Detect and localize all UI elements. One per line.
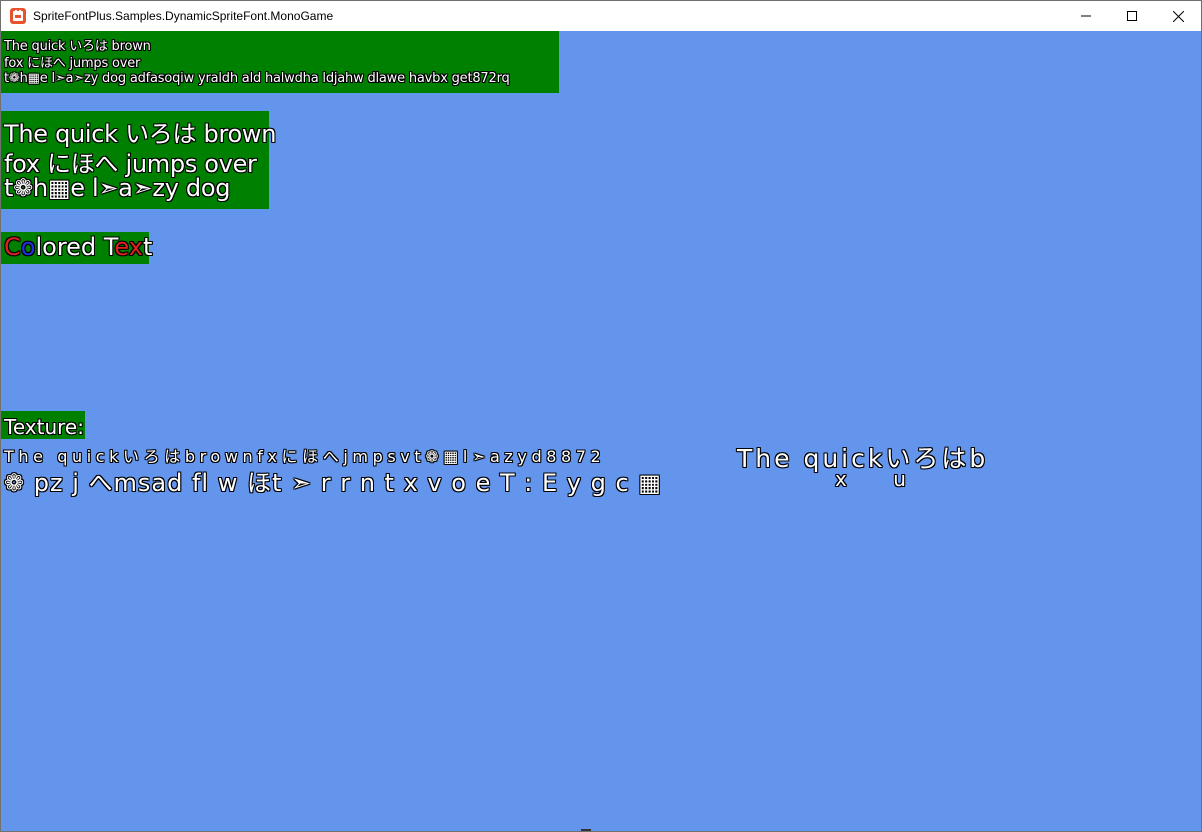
colored-letter: x (128, 233, 143, 261)
colored-letter: o (42, 233, 57, 261)
minimize-icon (1081, 15, 1091, 17)
small-text-line-3: t❁h▦e l➣a➣zy dog adfasoqiw yraldh ald ha… (4, 71, 510, 86)
title-bar[interactable]: SpriteFontPlus.Samples.DynamicSpriteFont… (1, 1, 1201, 31)
texture-row-2-glyphs: ❁ pz j へmsad fl w ほt ➣ r r n t x v o e T… (4, 469, 662, 497)
colored-letter: o (20, 233, 36, 261)
colored-letter: d (80, 233, 97, 261)
window-title: SpriteFontPlus.Samples.DynamicSpriteFont… (33, 9, 334, 23)
texture-row-1-sub-glyphs: x u (835, 467, 926, 491)
colored-letter (96, 233, 104, 261)
colored-letter: t (142, 233, 153, 261)
close-button[interactable] (1155, 1, 1201, 31)
minimize-button[interactable] (1063, 1, 1109, 31)
app-window: SpriteFontPlus.Samples.DynamicSpriteFont… (0, 0, 1202, 832)
colored-text: Colored Text (4, 233, 152, 261)
colored-letter: T (103, 233, 115, 261)
colored-letter: e (114, 233, 129, 261)
close-icon (1172, 10, 1184, 22)
colored-letter: C (4, 233, 21, 261)
game-viewport[interactable]: The quick いろは brown fox にほへ jumps over t… (1, 31, 1201, 831)
monogame-logo-icon (10, 8, 26, 24)
resize-marker (581, 829, 591, 831)
colored-letter: r (56, 233, 67, 261)
colored-letter: e (66, 233, 81, 261)
big-text-line-3: t❁h▦e l➣a➣zy dog (4, 174, 231, 202)
maximize-icon (1127, 11, 1137, 21)
texture-label: Texture: (4, 415, 84, 439)
small-text-line-2: fox にほへ jumps over (4, 56, 141, 71)
maximize-button[interactable] (1109, 1, 1155, 31)
